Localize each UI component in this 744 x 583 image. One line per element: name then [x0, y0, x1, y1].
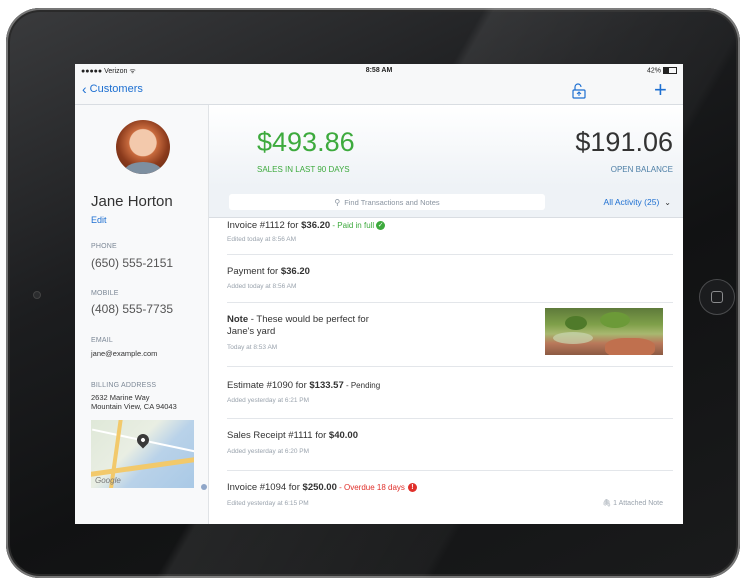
photo-detail [605, 338, 655, 355]
item-title: Note - These would be perfect for Jane's… [227, 314, 369, 338]
item-separator: - [336, 483, 344, 492]
photo-detail [565, 316, 587, 330]
item-timestamp: Edited today at 8:56 AM [227, 236, 297, 243]
billing-address-label: BILLING ADDRESS [91, 382, 157, 389]
item-title: Estimate #1090 for $133.57 - Pending [227, 380, 380, 392]
unlock-icon[interactable] [570, 82, 588, 100]
item-amount: $36.20 [280, 266, 310, 277]
search-placeholder: Find Transactions and Notes [344, 197, 440, 207]
summary-header: $493.86 SALES IN LAST 90 DAYS $191.06 OP… [209, 105, 683, 187]
clock: 8:58 AM [365, 67, 393, 74]
photo-detail [553, 332, 593, 344]
item-amount: $40.00 [328, 430, 358, 441]
map-brand: Google [95, 476, 121, 485]
camera-icon [33, 291, 41, 299]
item-timestamp: Added yesterday at 6:20 PM [227, 448, 310, 455]
battery-indicator: 42% [647, 67, 677, 74]
search-row: ⚲ Find Transactions and Notes All Activi… [209, 187, 683, 218]
status-badge: Paid in full [337, 221, 375, 230]
item-timestamp: Edited yesterday at 6:15 PM [227, 500, 309, 507]
item-timestamp: Added yesterday at 6:21 PM [227, 397, 310, 404]
home-button[interactable] [699, 279, 735, 315]
phone-label: PHONE [91, 243, 117, 250]
open-balance-amount: $191.06 [575, 127, 673, 157]
item-prefix: Payment for [227, 266, 281, 277]
billing-address-line2: Mountain View, CA 94043 [91, 402, 177, 411]
note-text: - These would be perfect for [248, 314, 369, 325]
item-prefix: Invoice #1094 for [227, 482, 303, 493]
billing-address-line1: 2632 Marine Way [91, 393, 150, 402]
paperclip-icon: 🖇 [602, 500, 612, 507]
open-balance-label: OPEN BALANCE [610, 165, 673, 174]
activity-feed: Invoice #1112 for $36.20 - Paid in full ✓… [209, 218, 683, 524]
note-text: Jane's yard [227, 326, 276, 337]
note-label: Note [227, 314, 249, 325]
item-prefix: Sales Receipt #1111 for [227, 430, 329, 441]
attachment-label: 1 Attached Note [613, 500, 663, 507]
alert-icon: ! [407, 482, 417, 492]
item-amount: $250.00 [302, 482, 337, 493]
mobile-label: MOBILE [91, 290, 119, 297]
item-title: Payment for $36.20 [227, 266, 310, 278]
avatar-shirt [124, 162, 162, 174]
item-separator: - [343, 381, 351, 390]
item-amount: $133.57 [309, 380, 344, 391]
info-icon[interactable] [201, 484, 207, 490]
item-timestamp: Today at 8:53 AM [227, 344, 278, 351]
mobile-value[interactable]: (408) 555-7735 [91, 302, 173, 316]
check-icon: ✓ [376, 220, 386, 230]
chevron-left-icon: ‹ [82, 81, 87, 97]
battery-icon [663, 67, 677, 74]
status-badge: Overdue 18 days [343, 483, 405, 492]
email-label: EMAIL [91, 337, 114, 344]
sales-label: SALES IN LAST 90 DAYS [257, 165, 350, 174]
list-item[interactable]: Estimate #1090 for $133.57 - Pending Add… [227, 366, 673, 419]
main-panel: $493.86 SALES IN LAST 90 DAYS $191.06 OP… [209, 105, 683, 524]
note-photo[interactable] [545, 308, 663, 355]
chevron-down-icon: ⌄ [664, 198, 671, 207]
back-label: Customers [89, 83, 143, 95]
status-bar: ●●●●● Verizon ᯤ 8:58 AM 42% [75, 64, 683, 78]
customer-name: Jane Horton [91, 193, 173, 210]
map-road [91, 454, 194, 479]
phone-value[interactable]: (650) 555-2151 [91, 256, 173, 270]
item-amount: $36.20 [301, 220, 331, 231]
add-button[interactable]: + [654, 78, 667, 102]
home-square-icon [711, 291, 723, 303]
item-title: Invoice #1094 for $250.00 - Overdue 18 d… [227, 482, 417, 494]
item-timestamp: Added today at 8:56 AM [227, 283, 297, 290]
item-prefix: Invoice #1112 for [227, 220, 302, 231]
avatar [116, 120, 170, 174]
search-input[interactable]: ⚲ Find Transactions and Notes [229, 194, 545, 210]
activity-filter[interactable]: All Activity (25) ⌄ [604, 197, 671, 207]
list-item[interactable]: Invoice #1112 for $36.20 - Paid in full ✓… [227, 218, 673, 255]
list-item[interactable]: Sales Receipt #1111 for $40.00 Added yes… [227, 418, 673, 471]
item-title: Sales Receipt #1111 for $40.00 [227, 430, 358, 442]
sales-amount: $493.86 [257, 127, 355, 157]
item-prefix: Estimate #1090 for [227, 380, 310, 391]
list-item[interactable]: Payment for $36.20 Added today at 8:56 A… [227, 254, 673, 303]
battery-percent: 42% [646, 67, 661, 75]
status-badge: Pending [350, 381, 381, 390]
nav-bar: ‹ Customers + [75, 78, 683, 105]
screen: ●●●●● Verizon ᯤ 8:58 AM 42% ‹ Customers … [75, 64, 683, 524]
attachment-indicator[interactable]: 🖇 1 Attached Note [602, 499, 663, 507]
list-item[interactable]: Invoice #1094 for $250.00 - Overdue 18 d… [227, 470, 673, 522]
search-icon: ⚲ [334, 197, 341, 207]
back-button[interactable]: ‹ Customers [82, 81, 143, 97]
list-item[interactable]: Note - These would be perfect for Jane's… [227, 302, 673, 367]
filter-label: All Activity (25) [603, 197, 660, 207]
edit-link[interactable]: Edit [91, 215, 107, 225]
map-pin-icon [134, 431, 152, 449]
address-map[interactable]: Google [91, 420, 194, 488]
item-title: Invoice #1112 for $36.20 - Paid in full ✓ [227, 220, 386, 232]
photo-detail [600, 312, 630, 328]
email-value[interactable]: jane@example.com [91, 349, 157, 358]
